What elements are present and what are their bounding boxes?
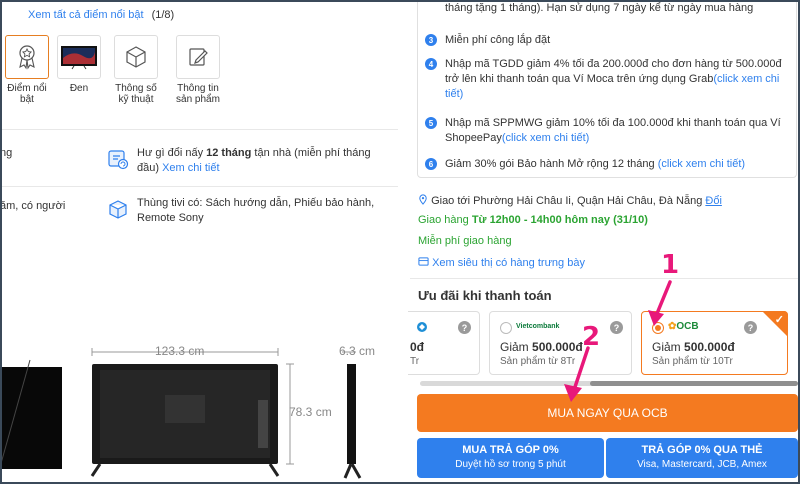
installment-title: MUA TRẢ GÓP 0% [462,444,559,456]
annotation-number-2: 2 [582,322,601,352]
info-icon[interactable]: ? [744,321,757,334]
card-discount: 0đ [410,340,425,354]
check-icon: ✓ [774,314,784,326]
card-radio[interactable] [500,322,512,334]
card-installment-button[interactable]: TRẢ GÓP 0% QUA THẺ Visa, Mastercard, JCB… [606,438,798,478]
card-discount-label: Giảm [652,340,685,354]
thumb-product-info[interactable]: Thông tin sản phẩm [171,35,225,105]
dimension-height: 78.3 cm [289,405,332,419]
purchase-panel: tháng tặng 1 tháng). Hạn sử dụng 7 ngày … [408,0,800,484]
thumb-label: Đen [69,83,89,94]
delivery-slot: Từ 12h00 - 14h00 hôm nay (31/10) [471,214,648,226]
ship-address: Giao tới Phường Hải Châu Ii, Quận Hải Ch… [431,195,706,207]
card-installment-title: TRẢ GÓP 0% QUA THẺ [641,444,763,456]
promo-item: 5 Nhập mã SPPMWG giảm 10% tối đa 100.000… [425,116,787,146]
policy-text-cut: ăm, có người [0,200,66,212]
annotation-number-1: 1 [661,250,680,280]
policy-text-cut: ng [0,147,13,159]
promo-item: 4 Nhập mã TGDD giảm 4% tối đa 200.000đ c… [425,57,787,102]
location-pin-icon [419,194,427,205]
promo-number: 5 [425,117,437,129]
exchange-icon [108,150,129,170]
tv-dimensions-image [0,348,362,479]
view-all-highlights-link[interactable]: Xem tất cả điểm nổi bật (1/8) [28,9,174,21]
tv-color-icon [61,46,97,70]
scrollbar-thumb[interactable] [590,381,798,386]
promo-detail-link[interactable]: (click xem chi tiết) [502,132,589,144]
product-gallery-panel: Xem tất cả điểm nổi bật (1/8) Điểm nổi bậ… [0,0,400,484]
free-shipping: Miễn phí giao hàng [418,235,512,247]
box-contents: Thùng tivi có: Sách hướng dẫn, Phiếu bảo… [107,196,392,226]
promo-item: 3 Miễn phí công lắp đặt [425,33,787,48]
dimension-depth: 6.3 cm [339,344,376,358]
payment-offers-title: Ưu đãi khi thanh toán [418,288,552,303]
change-address-link[interactable]: Đổi [705,195,722,207]
warranty-detail-link[interactable]: Xem chi tiết [162,162,219,174]
warranty-months: 12 tháng [206,147,252,159]
divider [410,278,800,279]
thumbnail-strip: Điểm nổi bật Đen Thông số kỹ thuật Thông… [5,35,225,105]
vietcombank-logo: Vietcombank [516,323,560,330]
store-display-link[interactable]: Xem siêu thị có hàng trưng bày [418,256,585,269]
thumb-label: Điểm nổi bật [7,83,47,105]
buy-now-ocb-button[interactable]: MUA NGAY QUA OCB [417,394,798,432]
thumb-highlights[interactable]: Điểm nổi bật [5,35,49,105]
cards-scrollbar[interactable] [420,381,798,386]
card-discount-label: Giảm [500,340,533,354]
thumb-label: Thông tin sản phẩm [176,83,220,105]
promo-text: tháng tặng 1 tháng). Hạn sử dụng 7 ngày … [445,2,754,14]
box-3d-icon [126,46,146,68]
store-icon [418,257,429,266]
card-min-price: Tr [410,356,420,367]
payment-card-partial[interactable]: ? 0đ Tr [408,311,480,375]
promo-text: Giảm 30% gói Bảo hành Mở rộng 12 tháng [445,158,658,170]
thumb-label: Thông số kỹ thuật [115,83,157,105]
tv-front-view [0,367,62,469]
promo-number: 3 [425,34,437,46]
thumb-color-black[interactable]: Đen [57,35,101,105]
divider [0,186,398,187]
delivery-time: Giao hàng Từ 12h00 - 14h00 hôm nay (31/1… [418,214,648,226]
warranty-text: Hư gì đổi nấy [137,147,207,159]
promo-item: tháng tặng 1 tháng). Hạn sử dụng 7 ngày … [425,1,787,16]
card-min-price: Sản phẩm từ 10Tr [652,356,733,367]
view-count: (1/8) [151,9,175,21]
dimension-width: 123.3 cm [155,344,205,358]
payment-offer-cards: ? 0đ Tr Vietcombank ? Giảm 500.000đ Sản … [408,311,800,375]
tv-side-view [347,364,356,464]
installment-sub: Duyệt hồ sơ trong 5 phút [455,459,566,470]
card-discount: 500.000đ [684,340,735,354]
store-display-label[interactable]: Xem siêu thị có hàng trưng bày [432,257,585,269]
edit-icon [189,48,208,66]
warranty-policy: Hư gì đổi nấy 12 tháng tận nhà (miễn phí… [107,146,392,176]
info-icon[interactable]: ? [610,321,623,334]
delivery-label: Giao hàng [418,214,472,226]
promo-number: 6 [425,158,437,170]
ship-to-row: Giao tới Phường Hải Châu Ii, Quận Hải Ch… [418,194,722,207]
promo-text: Nhập mã SPPMWG giảm 10% tối đa 100.000đ … [445,117,781,144]
promo-text: Miễn phí công lắp đặt [445,34,551,46]
info-icon[interactable]: ? [458,321,471,334]
divider [0,129,398,130]
card-installment-sub: Visa, Mastercard, JCB, Amex [637,459,767,470]
bank-logo-icon [417,322,427,332]
annotation-arrow-1 [648,280,672,326]
promo-item: 6 Giảm 30% gói Bảo hành Mở rộng 12 tháng… [425,157,787,172]
promo-number: 4 [425,58,437,70]
award-icon [19,45,35,70]
installment-button[interactable]: MUA TRẢ GÓP 0% Duyệt hồ sơ trong 5 phút [417,438,604,478]
box-contents-text: Thùng tivi có: Sách hướng dẫn, Phiếu bảo… [137,197,375,224]
annotation-arrow-2 [564,346,590,402]
thumb-specs[interactable]: Thông số kỹ thuật [109,35,163,105]
promo-detail-link[interactable]: (click xem chi tiết) [658,158,745,170]
view-all-label[interactable]: Xem tất cả điểm nổi bật [28,9,144,21]
package-icon [109,200,127,219]
